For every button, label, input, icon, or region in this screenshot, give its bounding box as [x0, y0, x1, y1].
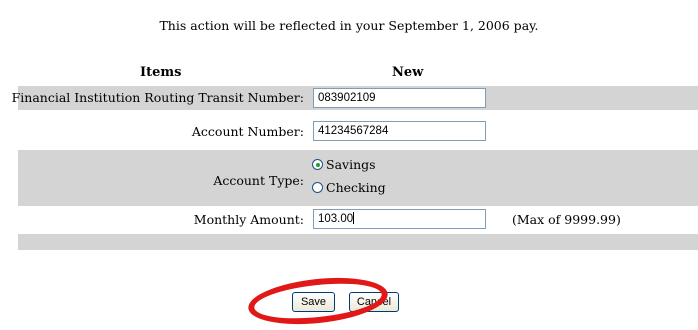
routing-label: Financial Institution Routing Transit Nu… [11, 90, 304, 105]
column-header-items: Items [140, 65, 182, 80]
column-header-new: New [392, 65, 424, 80]
account-number-label: Account Number: [191, 124, 304, 139]
radio-option-savings[interactable]: Savings [312, 157, 376, 172]
footer-row [18, 234, 698, 250]
text-caret [353, 212, 355, 224]
account-type-label: Account Type: [213, 173, 304, 188]
cancel-button[interactable]: Cancel [349, 292, 399, 312]
savings-radio-button[interactable] [312, 159, 323, 170]
account-number-input[interactable]: 41234567284 [313, 121, 486, 141]
radio-option-checking[interactable]: Checking [312, 180, 386, 195]
monthly-amount-label: Monthly Amount: [193, 212, 304, 227]
savings-label: Savings [326, 157, 376, 172]
routing-number-input[interactable]: 083902109 [313, 88, 486, 108]
monthly-amount-value: 103.00 [318, 213, 354, 225]
save-button[interactable]: Save [292, 292, 335, 312]
checking-radio-button[interactable] [312, 182, 323, 193]
pay-notice: This action will be reflected in your Se… [159, 18, 539, 33]
checking-label: Checking [326, 180, 386, 195]
monthly-amount-hint: (Max of 9999.99) [512, 212, 621, 227]
monthly-amount-input[interactable]: 103.00 [313, 209, 486, 229]
